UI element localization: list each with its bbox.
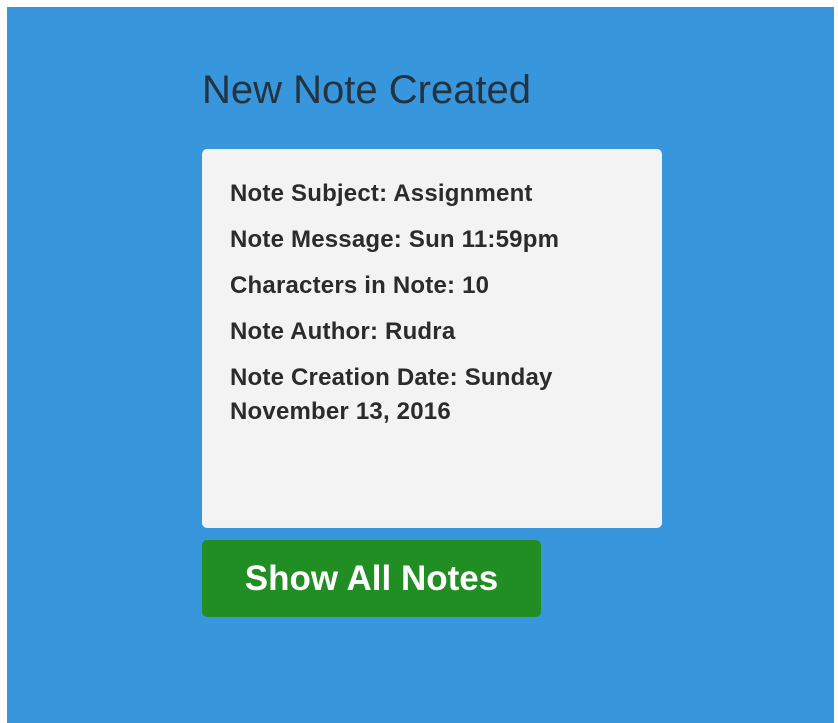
note-message: Note Message: Sun 11:59pm	[230, 223, 630, 257]
note-subject-value: Assignment	[393, 180, 533, 207]
note-subject-label: Note Subject:	[230, 180, 388, 207]
note-message-value: Sun 11:59pm	[408, 226, 560, 253]
page-background: New Note Created Note Subject: Assignment…	[7, 7, 834, 723]
show-all-notes-button[interactable]: Show All Notes	[202, 540, 541, 617]
note-details-card: Note Subject: Assignment Note Message: Sun…	[202, 149, 662, 528]
note-characters-value: 10	[462, 272, 490, 299]
note-author: Note Author: Rudra	[230, 315, 630, 349]
note-creation-date: Note Creation Date: Sunday November 13, 2…	[230, 361, 630, 429]
note-creation-date-label: Note Creation Date:	[230, 364, 458, 391]
note-characters-label: Characters in Note:	[230, 272, 456, 299]
note-message-label: Note Message:	[230, 226, 402, 253]
note-author-value: Rudra	[385, 318, 456, 345]
note-subject: Note Subject: Assignment	[230, 177, 630, 211]
note-characters: Characters in Note: 10	[230, 269, 630, 303]
page-title: New Note Created	[202, 68, 532, 112]
note-author-label: Note Author:	[230, 318, 379, 345]
